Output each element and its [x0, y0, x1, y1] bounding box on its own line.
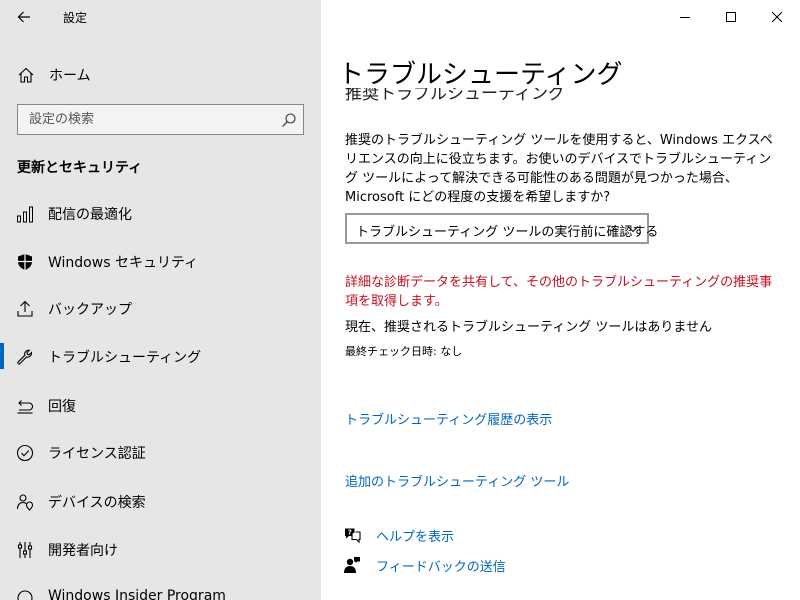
svg-text:?: ?: [348, 529, 352, 537]
main-content: トラブルシューティング 推奨トラブルシューティング 推奨のトラブルシューティング…: [321, 0, 800, 600]
search-box[interactable]: [17, 104, 304, 135]
view-history-link[interactable]: トラブルシューティング履歴の表示: [345, 409, 552, 428]
backup-icon: [17, 300, 33, 317]
troubleshoot-preference-dropdown[interactable]: トラブルシューティング ツールの実行前に確認する: [345, 213, 658, 244]
window-controls: [662, 0, 800, 34]
sidebar-item-windows-security[interactable]: Windows セキュリティ: [0, 240, 321, 284]
status-text: 現在、推奨されるトラブルシューティング ツールはありません: [345, 320, 712, 335]
search-icon[interactable]: [281, 112, 297, 128]
sidebar-item-label: トラブルシューティング: [48, 350, 202, 366]
sidebar-item-windows-insider[interactable]: Windows Insider Program: [0, 576, 321, 600]
sidebar-item-delivery-optimization[interactable]: 配信の最適化: [0, 192, 321, 236]
recommended-heading-text: 推奨トラブルシューティング: [345, 88, 565, 104]
sidebar-item-find-my-device[interactable]: デバイスの検索: [0, 480, 321, 524]
sidebar-item-troubleshoot[interactable]: トラブルシューティング: [0, 335, 321, 379]
close-button[interactable]: [754, 0, 800, 34]
recommended-heading: 推奨トラブルシューティング: [345, 88, 645, 108]
sidebar-item-label: 配信の最適化: [48, 207, 132, 223]
page-title: トラブルシューティング: [338, 60, 623, 90]
sidebar-item-label: バックアップ: [48, 302, 132, 318]
search-input[interactable]: [18, 105, 268, 134]
checkmark-circle-icon: [16, 444, 34, 462]
maximize-icon: [726, 12, 736, 22]
sidebar: 設定 ホーム 更新とセキュリティ 配信の最適化 Windows セキュリティ: [0, 0, 321, 600]
sidebar-item-label: デバイスの検索: [48, 495, 146, 511]
back-button[interactable]: [8, 4, 40, 30]
last-check-text: 最終チェック日時: なし: [345, 345, 463, 358]
minimize-button[interactable]: [662, 0, 708, 34]
recovery-icon: [17, 400, 34, 414]
description-text: 推奨のトラブルシューティング ツールを使用すると、Windows エクスペリエン…: [345, 133, 773, 205]
maximize-button[interactable]: [708, 0, 754, 34]
shield-icon: [18, 254, 32, 270]
developer-icon: [17, 542, 33, 558]
person-location-icon: [16, 494, 34, 511]
sidebar-item-label: Windows セキュリティ: [48, 255, 199, 271]
sidebar-item-home[interactable]: ホーム: [0, 58, 321, 90]
app-title: 設定: [63, 11, 88, 25]
feedback-person-icon: [344, 557, 360, 573]
wrench-icon: [17, 349, 33, 365]
sidebar-item-label: 開発者向け: [48, 543, 118, 559]
get-help-link[interactable]: ヘルプを表示: [376, 526, 454, 545]
additional-troubleshooters-link[interactable]: 追加のトラブルシューティング ツール: [345, 471, 569, 490]
sidebar-item-label: ライセンス認証: [48, 446, 146, 462]
sidebar-item-label: 回復: [48, 399, 76, 415]
delivery-optimization-icon: [17, 206, 33, 223]
insider-icon: [17, 590, 33, 600]
sidebar-item-activation[interactable]: ライセンス認証: [0, 431, 321, 475]
sidebar-item-label: Windows Insider Program: [48, 588, 226, 600]
diagnostic-data-warning: 詳細な診断データを共有して、その他のトラブルシューティングの推奨事項を取得します…: [345, 275, 773, 309]
minimize-icon: [680, 17, 690, 18]
close-icon: [772, 12, 782, 22]
back-arrow-icon: [17, 11, 30, 23]
section-title: 更新とセキュリティ: [17, 160, 143, 176]
sidebar-item-backup[interactable]: バックアップ: [0, 287, 321, 331]
home-icon: [18, 67, 34, 83]
sidebar-item-label: ホーム: [49, 68, 91, 84]
dropdown-value: トラブルシューティング ツールの実行前に確認する: [356, 225, 659, 240]
sidebar-item-developers[interactable]: 開発者向け: [0, 528, 321, 572]
sidebar-item-recovery[interactable]: 回復: [0, 384, 321, 428]
chevron-down-icon: [627, 226, 639, 233]
send-feedback-link[interactable]: フィードバックの送信: [376, 556, 506, 575]
chat-help-icon: ?: [345, 528, 361, 544]
